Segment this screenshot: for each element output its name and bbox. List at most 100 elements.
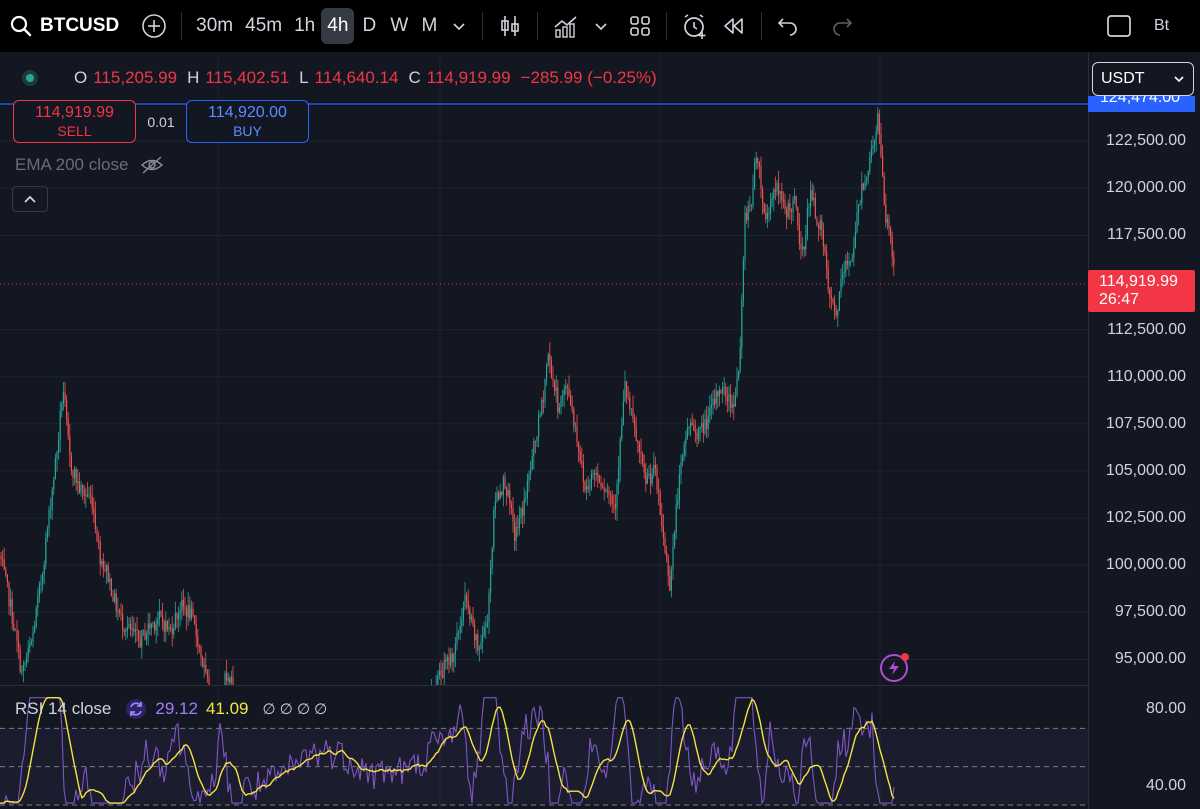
interval-30m[interactable]: 30m <box>190 8 239 44</box>
candle-body <box>229 678 231 683</box>
alarm-clock-icon <box>684 14 706 39</box>
candle-body <box>832 298 834 303</box>
rsi-indicator-legend[interactable]: RSI 14 close 29.12 41.09 ∅ ∅ ∅ ∅ <box>15 698 327 720</box>
sell-button[interactable]: 114,919.99 SELL <box>13 100 136 143</box>
ema-indicator-legend[interactable]: EMA 200 close <box>15 155 164 175</box>
price-axis[interactable]: 122,500.00 120,000.00 117,500.00 112,500.00… <box>1088 52 1200 809</box>
candle-body <box>30 641 32 645</box>
candle-body <box>582 462 584 482</box>
candle-body <box>158 611 160 620</box>
candle-body <box>115 593 117 612</box>
candle-body <box>90 495 92 497</box>
candle-body <box>605 490 607 492</box>
toolbar: BTCUSD 30m 45m 1h 4h D W M Bt <box>0 0 1200 52</box>
pane-separator[interactable] <box>0 685 1088 686</box>
fullscreen-button[interactable] <box>1100 8 1138 44</box>
candle-body <box>472 616 474 625</box>
price-tick-label: 102,500.00 <box>1105 509 1186 527</box>
eye-hidden-icon[interactable] <box>140 155 164 175</box>
candle-body <box>141 630 143 648</box>
candle-body <box>96 529 98 542</box>
indicators-button[interactable] <box>546 8 586 44</box>
candle-body <box>718 389 720 396</box>
account-label[interactable]: Bt <box>1138 17 1200 35</box>
candle-body <box>501 491 503 495</box>
candle-body <box>723 387 725 388</box>
candle-body <box>154 622 156 631</box>
candle-body <box>629 397 631 410</box>
interval-m[interactable]: M <box>414 8 444 44</box>
candle-body <box>734 395 736 407</box>
price-tick-label: 122,500.00 <box>1105 132 1186 150</box>
symbol-search[interactable]: BTCUSD <box>0 15 119 37</box>
candle-body <box>70 455 72 471</box>
candle-body <box>688 427 690 429</box>
candle-body <box>893 256 895 266</box>
refresh-icon[interactable] <box>125 698 147 720</box>
candle-body <box>606 489 608 492</box>
candle-body <box>710 404 712 408</box>
market-status-icon[interactable] <box>22 70 38 86</box>
candle-body <box>74 469 76 478</box>
candle-body <box>432 688 433 693</box>
candle-body <box>678 474 680 501</box>
candle-body <box>659 492 661 516</box>
candle-body <box>666 552 668 557</box>
candle-body <box>37 596 39 609</box>
interval-4h[interactable]: 4h <box>321 8 355 44</box>
redo-button[interactable] <box>824 8 860 44</box>
candle-body <box>890 227 892 238</box>
undo-button[interactable] <box>770 8 806 44</box>
candle-body <box>11 599 13 624</box>
order-quantity[interactable]: 0.01 <box>136 114 186 130</box>
indicators-dropdown[interactable] <box>586 8 616 44</box>
buy-button[interactable]: 114,920.00 BUY <box>186 100 309 143</box>
candle-body <box>77 481 79 483</box>
candle-body <box>462 606 464 621</box>
candle-body <box>728 394 730 402</box>
interval-45m[interactable]: 45m <box>239 8 288 44</box>
candle-body <box>661 515 663 527</box>
currency-selector[interactable]: USDT <box>1092 62 1194 96</box>
candle-body <box>69 435 71 456</box>
candle-body <box>819 220 821 230</box>
candle-body <box>882 155 884 177</box>
chart-type-button[interactable] <box>491 8 529 44</box>
layout-button[interactable] <box>622 8 658 44</box>
candle-body <box>658 489 660 493</box>
interval-d[interactable]: D <box>354 8 384 44</box>
candle-body <box>456 632 458 644</box>
candle-body <box>856 212 858 233</box>
interval-1h[interactable]: 1h <box>288 8 321 44</box>
candle-body <box>152 622 154 625</box>
candle-body <box>109 578 111 582</box>
flash-notification-button[interactable] <box>880 653 909 682</box>
candle-body <box>782 199 784 201</box>
candle-body <box>22 664 24 671</box>
candle-body <box>592 473 594 475</box>
candle-body <box>176 613 178 620</box>
candle-body <box>619 438 621 469</box>
high-value: 115,402.51 <box>205 68 290 87</box>
candle-body <box>680 462 682 475</box>
candle-body <box>517 527 519 529</box>
replay-button[interactable] <box>715 8 753 44</box>
candle-body <box>544 379 546 402</box>
candle-body <box>845 260 847 272</box>
candle-body <box>822 229 824 247</box>
alert-button[interactable] <box>675 8 715 44</box>
candle-body <box>139 638 141 648</box>
candle-body <box>741 299 743 348</box>
collapse-legend-button[interactable] <box>12 186 48 212</box>
rsi-label: RSI 14 close <box>15 699 112 718</box>
candle-body <box>624 381 626 402</box>
candle-body <box>707 415 709 429</box>
candle-body <box>491 547 493 568</box>
interval-w[interactable]: W <box>384 8 414 44</box>
interval-dropdown[interactable] <box>444 8 474 44</box>
compare-symbol-button[interactable] <box>135 8 173 44</box>
candle-body <box>626 381 628 397</box>
candle-body <box>195 624 197 637</box>
candle-body <box>814 197 816 218</box>
candle-body <box>443 659 445 678</box>
